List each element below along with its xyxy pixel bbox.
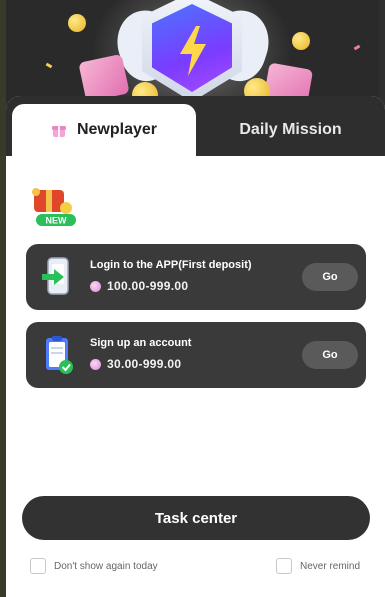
tab-bar: Newplayer Daily Mission bbox=[6, 96, 385, 156]
tab-newplayer[interactable]: Newplayer bbox=[12, 104, 196, 156]
gem-icon bbox=[90, 358, 101, 370]
never-remind-label: Never remind bbox=[300, 560, 361, 572]
confetti-icon bbox=[45, 62, 53, 69]
phone-login-icon bbox=[42, 257, 69, 295]
coin-icon bbox=[68, 14, 86, 32]
clipboard-check-icon bbox=[46, 336, 73, 374]
never-remind-option[interactable]: Never remind bbox=[276, 558, 360, 574]
task-item-login: Login to the APP(First deposit) 100.00-9… bbox=[26, 244, 366, 310]
task-title: Login to the APP(First deposit) bbox=[90, 259, 252, 271]
new-gift-badge-icon: NEW bbox=[32, 188, 76, 226]
go-button[interactable]: Go bbox=[302, 263, 358, 291]
reward-amount: 30.00-999.00 bbox=[107, 357, 182, 371]
task-card: Newplayer Daily Mission NEW Login to the… bbox=[6, 96, 385, 597]
task-reward: 100.00-999.00 bbox=[90, 279, 188, 293]
task-title: Sign up an account bbox=[90, 337, 192, 349]
dont-show-today-label: Don't show again today bbox=[54, 560, 158, 572]
tab-label: Newplayer bbox=[76, 121, 158, 138]
task-reward: 30.00-999.00 bbox=[90, 357, 181, 371]
new-label: NEW bbox=[46, 216, 68, 226]
never-remind-checkbox[interactable] bbox=[276, 558, 292, 574]
gem-icon bbox=[90, 280, 101, 292]
task-item-signup: Sign up an account 30.00-999.00 Go bbox=[26, 322, 366, 388]
tab-daily-mission[interactable]: Daily Mission bbox=[196, 104, 385, 156]
confetti-icon bbox=[353, 44, 361, 51]
task-center-button[interactable]: Task center bbox=[22, 496, 370, 540]
go-button[interactable]: Go bbox=[302, 341, 358, 369]
dont-show-today-option[interactable]: Don't show again today bbox=[30, 558, 158, 574]
gift-icon bbox=[51, 126, 66, 137]
reward-amount: 100.00-999.00 bbox=[107, 279, 189, 293]
tab-label: Daily Mission bbox=[239, 121, 342, 138]
coin-icon bbox=[292, 32, 310, 50]
hero-banner bbox=[0, 0, 385, 110]
lightning-icon bbox=[180, 26, 206, 76]
dont-show-today-checkbox[interactable] bbox=[30, 558, 46, 574]
